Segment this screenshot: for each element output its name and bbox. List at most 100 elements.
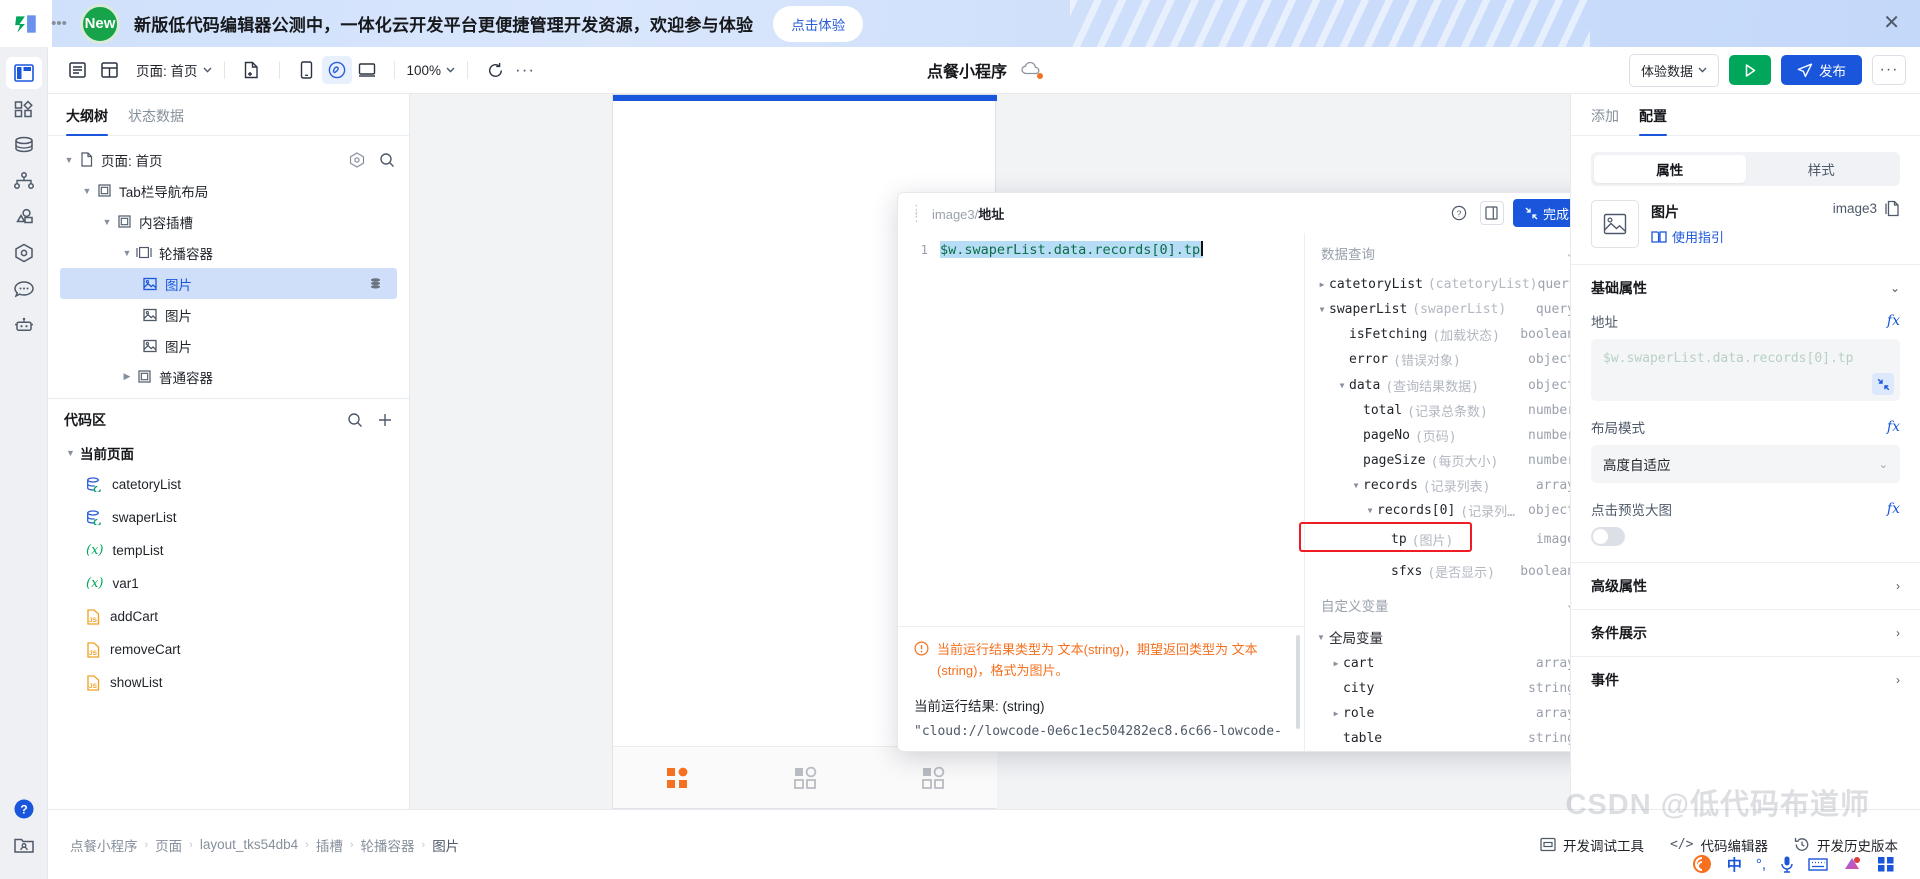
rail-item-help[interactable]: ?	[6, 793, 42, 825]
debug-tools-button[interactable]: 开发调试工具	[1540, 835, 1644, 855]
ime-logo-icon[interactable]	[1691, 853, 1713, 875]
breadcrumb-item-pages[interactable]: 页面	[155, 835, 182, 855]
layout-grid-toggle[interactable]	[94, 56, 124, 84]
close-icon[interactable]: ✕	[1883, 13, 1900, 33]
keyboard-icon[interactable]	[1808, 857, 1828, 872]
rail-item-layout[interactable]	[5, 57, 42, 89]
chevron-right-icon[interactable]: ›	[1896, 579, 1900, 593]
device-miniprogram-button[interactable]	[321, 56, 352, 84]
promo-cta-button[interactable]: 点击体验	[773, 5, 864, 42]
experience-data-button[interactable]: 体验数据	[1628, 53, 1719, 87]
code-item-catetoryList[interactable]: catetoryList	[48, 468, 409, 501]
breadcrumb-item-image[interactable]: 图片	[432, 835, 459, 855]
tabbar-item-3[interactable]	[920, 765, 946, 791]
tree-row-image-2[interactable]: 图片	[48, 299, 409, 330]
var-row-sfxs[interactable]: sfxs (是否显示) boolean	[1305, 559, 1570, 584]
var-row-records[interactable]: ▼ records (记录列表) array	[1305, 473, 1570, 498]
segment-properties[interactable]: 属性	[1594, 155, 1746, 183]
code-item-addCart[interactable]: JS addCart	[48, 600, 409, 633]
fx-toggle-preview[interactable]: fx	[1887, 501, 1900, 517]
rail-item-chat[interactable]	[6, 273, 42, 305]
device-phone-button[interactable]	[292, 56, 322, 84]
tab-state-data[interactable]: 状态数据	[128, 106, 184, 135]
section-basic-properties[interactable]: 基础属性 ⌄	[1571, 265, 1920, 311]
code-editor-button[interactable]: </> 代码编辑器	[1670, 835, 1768, 855]
result-scrollbar[interactable]	[1296, 635, 1300, 729]
expression-editor[interactable]: 1 $w.swaperList.data.records[0].tp	[898, 233, 1304, 626]
fx-toggle-layout[interactable]: fx	[1887, 419, 1900, 435]
section-data-query[interactable]: 数据查询 ⌄	[1305, 233, 1570, 272]
tree-row-content-slot[interactable]: ▼ 内容插槽	[48, 206, 409, 237]
chevron-right-icon[interactable]: ›	[1896, 673, 1900, 687]
chevron-down-icon[interactable]: ▼	[100, 217, 114, 227]
expand-icon[interactable]	[1872, 373, 1894, 395]
tree-row-image-selected[interactable]: 图片	[60, 268, 397, 299]
chevron-down-icon[interactable]: ▼	[1313, 633, 1329, 642]
toolbar-more-button[interactable]: ···	[510, 56, 540, 84]
canvas-area[interactable]: ⋮ ⋮ image3/地址 ? 完成 1 $w.swaperList.data.…	[410, 94, 1570, 809]
microphone-icon[interactable]	[1780, 855, 1794, 873]
breadcrumb-item-layout[interactable]: layout_tks54db4	[200, 837, 298, 852]
chevron-down-icon[interactable]: ▼	[62, 155, 76, 165]
var-row-data[interactable]: ▼ data (查询结果数据) object	[1305, 373, 1570, 398]
var-row-pageSize[interactable]: pageSize (每页大小) number	[1305, 448, 1570, 473]
address-expression-box[interactable]: $w.swaperList.data.records[0].tp	[1591, 339, 1900, 401]
var-row-tp[interactable]: tp (图片) image	[1299, 522, 1570, 553]
data-bind-icon[interactable]	[368, 277, 383, 290]
rail-item-components[interactable]	[6, 93, 42, 125]
editor-code-text[interactable]: $w.swaperList.data.records[0].tp	[940, 241, 1203, 258]
var-row-cart[interactable]: ▶ cart array	[1305, 651, 1570, 676]
rail-item-account[interactable]	[6, 829, 42, 861]
tree-row-tab-layout[interactable]: ▼ Tab栏导航布局	[48, 175, 409, 206]
tab-config[interactable]: 配置	[1639, 106, 1667, 136]
chevron-down-icon[interactable]: ▼	[66, 448, 80, 458]
chevron-right-icon[interactable]: ▶	[1329, 659, 1343, 668]
chevron-down-icon[interactable]: ▼	[1363, 506, 1377, 515]
target-icon[interactable]	[349, 151, 365, 168]
search-icon[interactable]	[379, 152, 395, 168]
chevron-down-icon[interactable]: ▼	[1335, 381, 1349, 390]
section-advanced-properties[interactable]: 高级属性 ›	[1571, 563, 1920, 609]
section-global-vars[interactable]: ▼ 全局变量	[1305, 624, 1570, 651]
code-item-var1[interactable]: (𝑥) var1	[48, 567, 409, 600]
var-row-records0[interactable]: ▼ records[0] (记录列… object	[1305, 498, 1570, 523]
apps-grid-icon[interactable]	[1876, 855, 1896, 873]
var-row-city[interactable]: city string	[1305, 676, 1570, 701]
var-row-isFetching[interactable]: isFetching (加载状态) boolean	[1305, 322, 1570, 347]
zoom-selector[interactable]: 100%	[407, 63, 456, 78]
ime-punctuation-icon[interactable]: °,	[1756, 856, 1766, 873]
chevron-down-icon[interactable]: ▼	[1349, 481, 1363, 490]
var-row-table[interactable]: table string	[1305, 726, 1570, 751]
tree-row-image-3[interactable]: 图片	[48, 330, 409, 361]
tab-add[interactable]: 添加	[1591, 106, 1619, 135]
code-group-current-page[interactable]: ▼ 当前页面	[48, 438, 409, 468]
code-item-removeCart[interactable]: JS removeCart	[48, 633, 409, 666]
code-item-showList[interactable]: JS showList	[48, 666, 409, 699]
var-row-role[interactable]: ▶ role array	[1305, 701, 1570, 726]
tree-row-normal-container[interactable]: ▶ 普通容器	[48, 361, 409, 392]
run-preview-button[interactable]	[1729, 55, 1771, 85]
tree-row-page[interactable]: ▼ 页面: 首页	[48, 144, 409, 175]
rail-item-robot[interactable]	[6, 309, 42, 341]
drag-handle-icon[interactable]: ⋮ ⋮	[910, 203, 923, 223]
device-desktop-button[interactable]	[352, 56, 382, 84]
tabbar-item-2[interactable]	[792, 765, 818, 791]
page-selector[interactable]: 页面: 首页	[136, 60, 212, 80]
refresh-button[interactable]	[480, 56, 510, 84]
section-events[interactable]: 事件 ›	[1571, 657, 1920, 703]
ime-mode-icon[interactable]: 中	[1727, 854, 1742, 875]
usage-guide-link[interactable]: 使用指引	[1651, 227, 1724, 246]
new-page-button[interactable]	[237, 56, 267, 84]
var-row-swaperList[interactable]: ▼ swaperList (swaperList) query	[1305, 297, 1570, 322]
rail-item-database[interactable]	[6, 129, 42, 161]
side-panel-icon[interactable]	[1479, 201, 1504, 225]
segment-styles[interactable]: 样式	[1746, 155, 1898, 183]
chevron-right-icon[interactable]: ▶	[1315, 280, 1329, 289]
code-item-swaperList[interactable]: swaperList	[48, 501, 409, 534]
chevron-right-icon[interactable]: ▶	[120, 371, 134, 382]
chevron-down-icon[interactable]: ▼	[1315, 305, 1329, 314]
rail-item-flow[interactable]	[6, 165, 42, 197]
plus-icon[interactable]	[377, 412, 393, 428]
fx-toggle-address[interactable]: fx	[1887, 313, 1900, 329]
chevron-down-icon[interactable]: ▼	[120, 248, 134, 258]
